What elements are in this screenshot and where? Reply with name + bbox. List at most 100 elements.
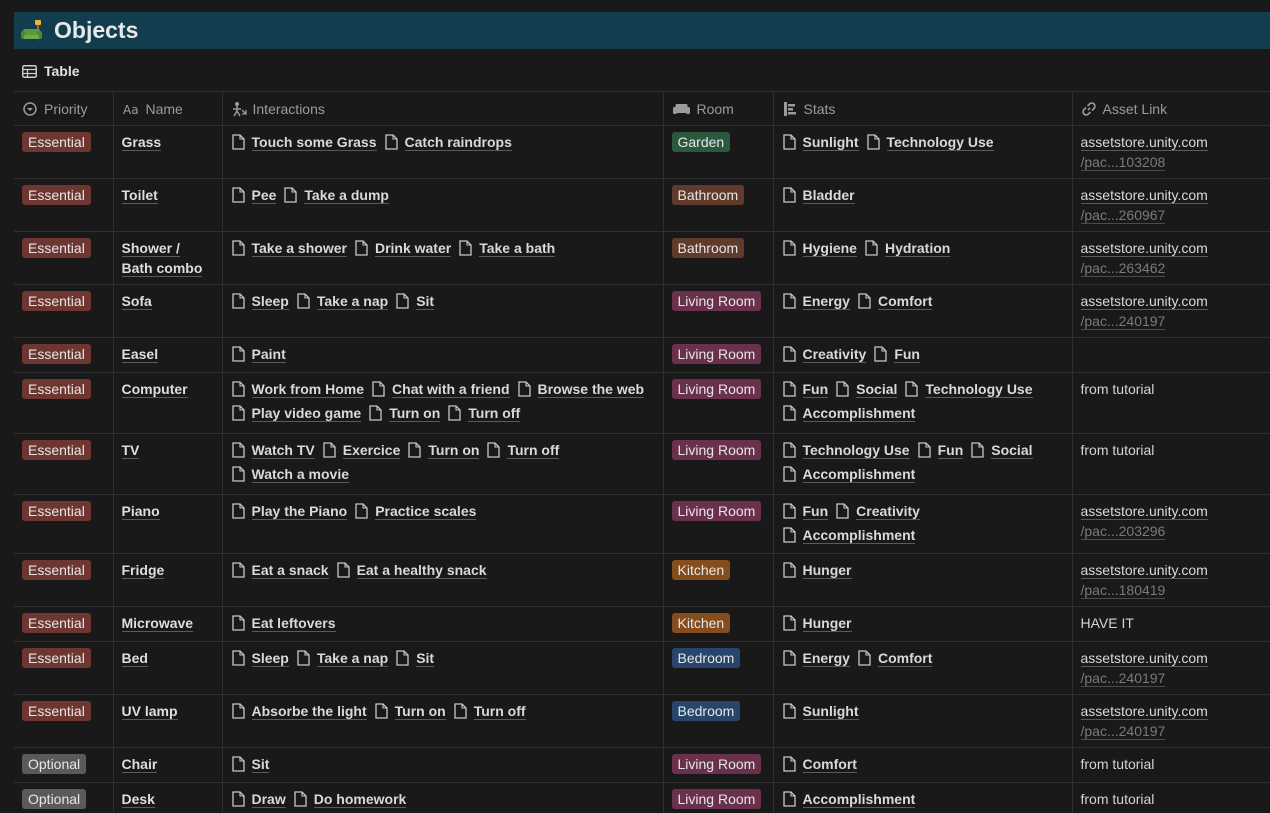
stats-cell[interactable]: Hunger [773,553,1073,607]
interactions-cell[interactable]: Pee Take a dump [222,178,664,232]
stats-cell[interactable]: Technology Use Fun Social Accomplishment [773,433,1073,495]
interaction-relation[interactable]: Turn off [453,698,526,725]
interaction-relation[interactable]: Take a dump [283,182,389,209]
interactions-cell[interactable]: Take a shower Drink water Take a bath [222,231,664,285]
stat-relation[interactable]: Fun [873,341,920,368]
name-cell[interactable]: Computer [113,372,223,434]
stats-cell[interactable]: Sunlight [773,694,1073,748]
asset-link-cell[interactable]: assetstore.unity.com/pac...103208 [1072,125,1270,179]
asset-link-path[interactable]: /pac...240197 [1080,670,1166,687]
interaction-relation[interactable]: Play video game [231,400,362,427]
asset-link-path[interactable]: /pac...260967 [1080,207,1166,224]
interaction-relation[interactable]: Do homework [293,786,407,813]
interaction-relation[interactable]: Browse the web [517,376,645,403]
table-row[interactable]: Essential Computer Work from Home Chat with… [14,372,1270,434]
stats-cell[interactable]: Sunlight Technology Use [773,125,1073,179]
interaction-relation[interactable]: Play the Piano [231,498,348,525]
interaction-relation[interactable]: Absorbe the light [231,698,367,725]
priority-cell[interactable]: Essential [14,372,114,434]
interactions-cell[interactable]: Sit [222,747,664,783]
name-cell[interactable]: Desk [113,782,223,813]
asset-link-cell[interactable]: assetstore.unity.com/pac...203296 [1072,494,1270,554]
stat-relation[interactable]: Fun [917,437,964,464]
asset-link-cell[interactable]: assetstore.unity.com/pac...240197 [1072,284,1270,338]
asset-link-cell[interactable]: from tutorial [1072,372,1270,434]
row-name[interactable]: Shower / Bath combo [121,240,203,277]
room-cell[interactable]: Living Room [663,284,774,338]
interaction-relation[interactable]: Sit [395,645,435,672]
interaction-relation[interactable]: Turn on [374,698,446,725]
interaction-relation[interactable]: Chat with a friend [371,376,510,403]
asset-link-path[interactable]: /pac...180419 [1080,582,1166,599]
asset-link-path[interactable]: /pac...240197 [1080,313,1166,330]
room-cell[interactable]: Bathroom [663,178,774,232]
row-name[interactable]: Piano [121,503,160,520]
stats-cell[interactable]: Hunger [773,606,1073,642]
view-tab-table[interactable]: Table [14,52,80,90]
asset-link-host[interactable]: assetstore.unity.com [1080,187,1208,204]
interactions-cell[interactable]: Sleep Take a nap Sit [222,641,664,695]
asset-link-host[interactable]: assetstore.unity.com [1080,703,1208,720]
room-cell[interactable]: Living Room [663,494,774,554]
table-row[interactable]: Essential Microwave Eat leftovers Kitchen Hu… [14,606,1270,642]
interaction-relation[interactable]: Take a shower [231,235,347,262]
interaction-relation[interactable]: Eat a healthy snack [336,557,487,584]
row-name[interactable]: Fridge [121,562,165,579]
room-cell[interactable]: Bathroom [663,231,774,285]
interaction-relation[interactable]: Work from Home [231,376,365,403]
stats-cell[interactable]: Comfort [773,747,1073,783]
asset-link-cell[interactable]: assetstore.unity.com/pac...260967 [1072,178,1270,232]
priority-cell[interactable]: Essential [14,494,114,554]
interactions-cell[interactable]: Watch TV Exercice Turn on Turn off Watch a m… [222,433,664,495]
stat-relation[interactable]: Energy [782,288,850,315]
priority-cell[interactable]: Essential [14,178,114,232]
stats-cell[interactable]: Bladder [773,178,1073,232]
stats-cell[interactable]: Accomplishment [773,782,1073,813]
stat-relation[interactable]: Hygiene [782,235,857,262]
stat-relation[interactable]: Bladder [782,182,855,209]
name-cell[interactable]: Piano [113,494,223,554]
stat-relation[interactable]: Comfort [857,645,933,672]
priority-cell[interactable]: Optional [14,782,114,813]
name-cell[interactable]: Chair [113,747,223,783]
stat-relation[interactable]: Comfort [782,751,857,778]
interaction-relation[interactable]: Watch a movie [231,461,350,488]
priority-cell[interactable]: Optional [14,747,114,783]
stat-relation[interactable]: Social [970,437,1033,464]
row-name[interactable]: Desk [121,791,155,808]
interactions-cell[interactable]: Paint [222,337,664,373]
priority-cell[interactable]: Essential [14,694,114,748]
interaction-relation[interactable]: Eat leftovers [231,610,336,637]
asset-link-host[interactable]: assetstore.unity.com [1080,293,1208,310]
interactions-cell[interactable]: Touch some Grass Catch raindrops [222,125,664,179]
priority-cell[interactable]: Essential [14,433,114,495]
stat-relation[interactable]: Accomplishment [782,522,916,549]
priority-cell[interactable]: Essential [14,553,114,607]
row-name[interactable]: Microwave [121,615,194,632]
asset-link-host[interactable]: assetstore.unity.com [1080,503,1208,520]
stat-relation[interactable]: Social [835,376,898,403]
table-row[interactable]: Essential Grass Touch some Grass Catch rain… [14,125,1270,179]
room-cell[interactable]: Kitchen [663,553,774,607]
room-cell[interactable]: Living Room [663,337,774,373]
asset-link-host[interactable]: assetstore.unity.com [1080,240,1208,257]
asset-link-cell[interactable]: assetstore.unity.com/pac...263462 [1072,231,1270,285]
interaction-relation[interactable]: Eat a snack [231,557,329,584]
stat-relation[interactable]: Accomplishment [782,461,916,488]
interaction-relation[interactable]: Sit [231,751,270,778]
interaction-relation[interactable]: Catch raindrops [384,129,512,156]
stat-relation[interactable]: Technology Use [904,376,1033,403]
room-cell[interactable]: Living Room [663,782,774,813]
interaction-relation[interactable]: Take a bath [458,235,556,262]
column-header-stats[interactable]: Stats [773,91,1073,126]
name-cell[interactable]: UV lamp [113,694,223,748]
column-header-interactions[interactable]: Interactions [222,91,664,126]
priority-cell[interactable]: Essential [14,641,114,695]
interaction-relation[interactable]: Paint [231,341,286,368]
row-name[interactable]: Easel [121,346,159,363]
asset-link-host[interactable]: assetstore.unity.com [1080,562,1208,579]
interaction-relation[interactable]: Draw [231,786,286,813]
interaction-relation[interactable]: Take a nap [296,288,389,315]
room-cell[interactable]: Living Room [663,747,774,783]
priority-cell[interactable]: Essential [14,125,114,179]
